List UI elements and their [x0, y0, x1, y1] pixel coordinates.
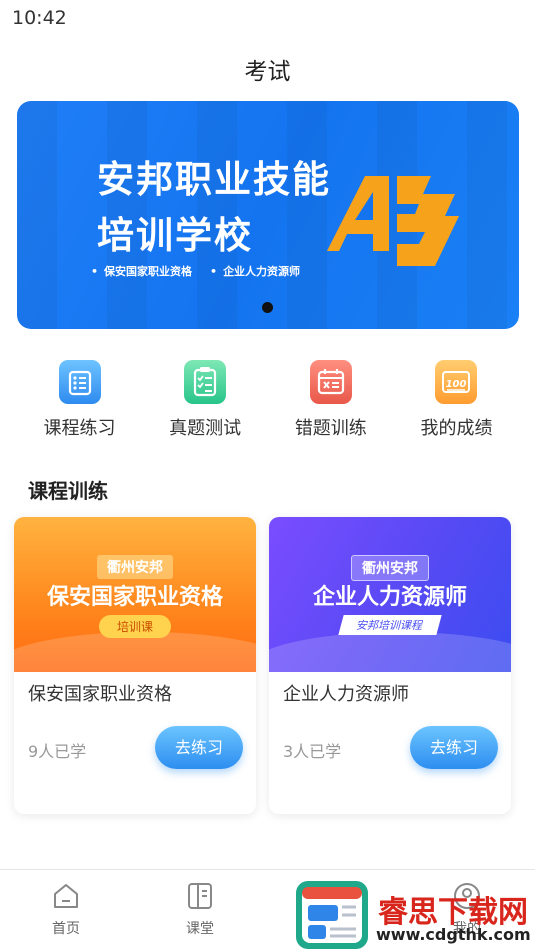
banner-tag: 企业人力资源师	[210, 263, 300, 279]
banner-tags: 保安国家职业资格 企业人力资源师	[91, 263, 300, 279]
watermark: 睿思下载网 www.cdgthk.com	[296, 881, 535, 951]
banner-title-line1: 安邦职业技能	[97, 158, 331, 201]
list-icon	[58, 360, 101, 404]
cover-title: 保安国家职业资格	[46, 585, 223, 610]
cover-brand: 衢州安邦	[351, 555, 429, 581]
ab-logo-icon	[327, 176, 459, 266]
course-card[interactable]: 衢州安邦 企业人力资源师 安邦培训课程 企业人力资源师 3人已学 去练习	[269, 517, 511, 814]
banner-tag: 保安国家职业资格	[91, 263, 192, 279]
quick-nav-label: 错题训练	[294, 418, 367, 439]
quick-nav-course-practice[interactable]: 课程练习	[17, 360, 142, 440]
svg-text:100: 100	[446, 379, 467, 390]
watermark-url: www.cdgthk.com	[376, 925, 531, 944]
tab-classroom[interactable]: 课堂	[160, 880, 240, 938]
book-icon	[188, 883, 212, 909]
score-100-icon: 100	[435, 360, 478, 404]
cover-subtitle: 培训课	[98, 615, 172, 638]
status-bar: 10:42	[0, 0, 535, 38]
course-name: 企业人力资源师	[283, 684, 409, 705]
practice-button[interactable]: 去练习	[155, 726, 243, 769]
carousel-indicator-dot[interactable]	[262, 302, 273, 313]
quick-nav-my-scores[interactable]: 100 我的成绩	[394, 360, 519, 440]
quick-nav-label: 我的成绩	[420, 418, 493, 439]
course-cover: 衢州安邦 保安国家职业资格 培训课	[14, 517, 256, 672]
banner-carousel[interactable]: 安邦职业技能 培训学校 保安国家职业资格 企业人力资源师	[17, 101, 519, 329]
course-cover: 衢州安邦 企业人力资源师 安邦培训课程	[269, 517, 511, 672]
home-icon	[54, 884, 78, 908]
tab-home[interactable]: 首页	[26, 880, 106, 938]
practice-button[interactable]: 去练习	[410, 726, 498, 769]
learner-count: 9人已学	[28, 742, 87, 761]
cover-decoration	[269, 632, 511, 672]
page-title: 考试	[244, 59, 291, 85]
quick-nav-label: 课程练习	[43, 418, 116, 439]
quick-nav-label: 真题测试	[169, 418, 242, 439]
learner-count: 3人已学	[283, 742, 342, 761]
quick-nav-real-test[interactable]: 真题测试	[143, 360, 268, 440]
cover-subtitle: 安邦培训课程	[338, 615, 442, 635]
quick-nav: 课程练习 真题测试 错题训练 100 我的成绩	[17, 360, 519, 440]
status-time: 10:42	[12, 7, 67, 29]
cover-title: 企业人力资源师	[312, 585, 467, 610]
watermark-logo-icon	[296, 881, 368, 949]
calendar-x-icon	[309, 360, 352, 404]
course-name: 保安国家职业资格	[28, 684, 172, 705]
cover-brand: 衢州安邦	[97, 555, 173, 579]
banner-title-line2: 培训学校	[97, 214, 253, 257]
quick-nav-wrong-questions[interactable]: 错题训练	[268, 360, 393, 440]
course-card[interactable]: 衢州安邦 保安国家职业资格 培训课 保安国家职业资格 9人已学 去练习	[14, 517, 256, 814]
section-title: 课程训练	[28, 479, 108, 503]
tab-label: 首页	[52, 921, 80, 937]
tab-label: 课堂	[186, 921, 214, 937]
clipboard-checklist-icon	[184, 360, 227, 404]
cover-decoration	[14, 632, 256, 672]
